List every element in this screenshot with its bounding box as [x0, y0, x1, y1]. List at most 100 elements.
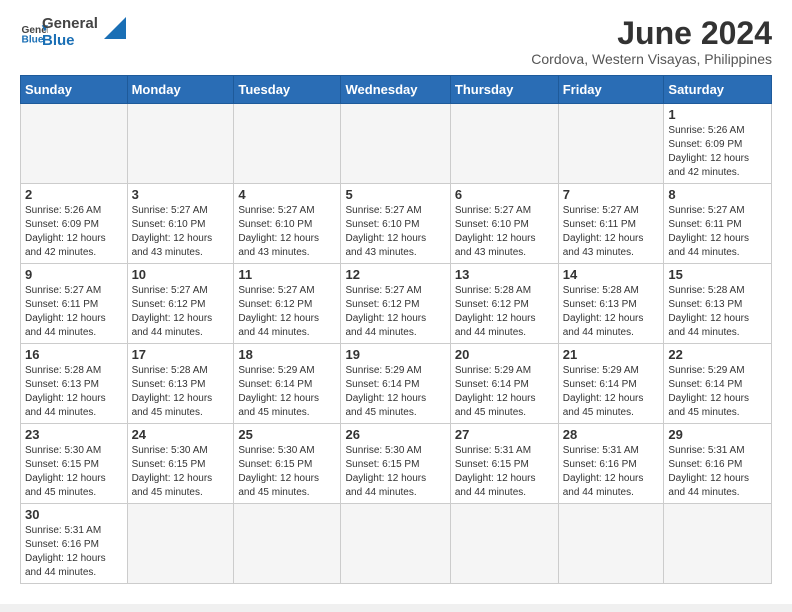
calendar-cell [127, 504, 234, 584]
calendar-subtitle: Cordova, Western Visayas, Philippines [531, 51, 772, 67]
day-number: 3 [132, 187, 230, 202]
col-header-sunday: Sunday [21, 76, 128, 104]
day-info: Sunrise: 5:31 AM Sunset: 6:15 PM Dayligh… [455, 444, 554, 500]
logo-triangle-icon [104, 17, 126, 39]
calendar-cell: 9 Sunrise: 5:27 AM Sunset: 6:11 PM Daylig… [21, 264, 128, 344]
calendar-cell [450, 104, 558, 184]
day-info: Sunrise: 5:30 AM Sunset: 6:15 PM Dayligh… [238, 444, 336, 500]
week-row-1: 2 Sunrise: 5:26 AM Sunset: 6:09 PM Daylig… [21, 184, 772, 264]
header: General Blue General Blue June 2024 Cord… [20, 16, 772, 67]
calendar-cell: 14 Sunrise: 5:28 AM Sunset: 6:13 PM Dayli… [558, 264, 664, 344]
day-info: Sunrise: 5:31 AM Sunset: 6:16 PM Dayligh… [563, 444, 660, 500]
day-number: 20 [455, 347, 554, 362]
day-number: 10 [132, 267, 230, 282]
calendar-cell [664, 504, 772, 584]
day-info: Sunrise: 5:29 AM Sunset: 6:14 PM Dayligh… [563, 364, 660, 420]
calendar-cell: 5Sunrise: 5:27 AM Sunset: 6:10 PM Daylig… [341, 184, 450, 264]
calendar-cell: 26Sunrise: 5:30 AM Sunset: 6:15 PM Dayli… [341, 424, 450, 504]
day-info: Sunrise: 5:27 AM Sunset: 6:10 PM Dayligh… [345, 204, 445, 260]
day-info: Sunrise: 5:27 AM Sunset: 6:11 PM Dayligh… [25, 284, 123, 340]
calendar-cell: 10 Sunrise: 5:27 AM Sunset: 6:12 PM Dayli… [127, 264, 234, 344]
day-number: 21 [563, 347, 660, 362]
calendar-cell: 21 Sunrise: 5:29 AM Sunset: 6:14 PM Dayli… [558, 344, 664, 424]
day-number: 19 [345, 347, 445, 362]
day-number: 28 [563, 427, 660, 442]
calendar-cell: 29 Sunrise: 5:31 AM Sunset: 6:16 PM Dayli… [664, 424, 772, 504]
day-number: 6 [455, 187, 554, 202]
day-info: Sunrise: 5:27 AM Sunset: 6:10 PM Dayligh… [455, 204, 554, 260]
day-number: 11 [238, 267, 336, 282]
calendar-cell: 6 Sunrise: 5:27 AM Sunset: 6:10 PM Daylig… [450, 184, 558, 264]
calendar-cell: 4 Sunrise: 5:27 AM Sunset: 6:10 PM Daylig… [234, 184, 341, 264]
day-number: 23 [25, 427, 123, 442]
col-header-thursday: Thursday [450, 76, 558, 104]
day-info: Sunrise: 5:27 AM Sunset: 6:12 PM Dayligh… [132, 284, 230, 340]
day-info: Sunrise: 5:28 AM Sunset: 6:13 PM Dayligh… [563, 284, 660, 340]
calendar-cell: 8Sunrise: 5:27 AM Sunset: 6:11 PM Daylig… [664, 184, 772, 264]
col-header-wednesday: Wednesday [341, 76, 450, 104]
day-number: 18 [238, 347, 336, 362]
day-number: 17 [132, 347, 230, 362]
day-info: Sunrise: 5:30 AM Sunset: 6:15 PM Dayligh… [25, 444, 123, 500]
day-info: Sunrise: 5:31 AM Sunset: 6:16 PM Dayligh… [668, 444, 767, 500]
calendar-cell: 12 Sunrise: 5:27 AM Sunset: 6:12 PM Dayli… [341, 264, 450, 344]
day-number: 27 [455, 427, 554, 442]
calendar-title: June 2024 [531, 16, 772, 51]
day-number: 30 [25, 507, 123, 522]
day-info: Sunrise: 5:29 AM Sunset: 6:14 PM Dayligh… [345, 364, 445, 420]
calendar-cell: 24Sunrise: 5:30 AM Sunset: 6:15 PM Dayli… [127, 424, 234, 504]
day-info: Sunrise: 5:29 AM Sunset: 6:14 PM Dayligh… [238, 364, 336, 420]
week-row-5: 30 Sunrise: 5:31 AM Sunset: 6:16 PM Dayli… [21, 504, 772, 584]
calendar-cell: 11 Sunrise: 5:27 AM Sunset: 6:12 PM Dayli… [234, 264, 341, 344]
day-info: Sunrise: 5:26 AM Sunset: 6:09 PM Dayligh… [668, 124, 767, 180]
calendar-cell: 2 Sunrise: 5:26 AM Sunset: 6:09 PM Daylig… [21, 184, 128, 264]
calendar-table: SundayMondayTuesdayWednesdayThursdayFrid… [20, 75, 772, 584]
calendar-cell: 3Sunrise: 5:27 AM Sunset: 6:10 PM Daylig… [127, 184, 234, 264]
calendar-cell: 30 Sunrise: 5:31 AM Sunset: 6:16 PM Dayli… [21, 504, 128, 584]
calendar-cell [127, 104, 234, 184]
calendar-cell [341, 504, 450, 584]
day-info: Sunrise: 5:28 AM Sunset: 6:13 PM Dayligh… [25, 364, 123, 420]
week-row-2: 9 Sunrise: 5:27 AM Sunset: 6:11 PM Daylig… [21, 264, 772, 344]
day-number: 24 [132, 427, 230, 442]
day-info: Sunrise: 5:31 AM Sunset: 6:16 PM Dayligh… [25, 524, 123, 580]
header-row: SundayMondayTuesdayWednesdayThursdayFrid… [21, 76, 772, 104]
svg-text:Blue: Blue [22, 34, 44, 45]
day-number: 12 [345, 267, 445, 282]
calendar-page: General Blue General Blue June 2024 Cord… [0, 0, 792, 604]
day-number: 2 [25, 187, 123, 202]
day-number: 16 [25, 347, 123, 362]
day-number: 25 [238, 427, 336, 442]
day-info: Sunrise: 5:27 AM Sunset: 6:12 PM Dayligh… [238, 284, 336, 340]
calendar-cell: 17 Sunrise: 5:28 AM Sunset: 6:13 PM Dayli… [127, 344, 234, 424]
calendar-cell: 13 Sunrise: 5:28 AM Sunset: 6:12 PM Dayli… [450, 264, 558, 344]
calendar-cell: 19 Sunrise: 5:29 AM Sunset: 6:14 PM Dayli… [341, 344, 450, 424]
week-row-3: 16 Sunrise: 5:28 AM Sunset: 6:13 PM Dayli… [21, 344, 772, 424]
day-number: 4 [238, 187, 336, 202]
calendar-cell: 20Sunrise: 5:29 AM Sunset: 6:14 PM Dayli… [450, 344, 558, 424]
calendar-cell: 15 Sunrise: 5:28 AM Sunset: 6:13 PM Dayli… [664, 264, 772, 344]
week-row-0: 1 Sunrise: 5:26 AM Sunset: 6:09 PM Daylig… [21, 104, 772, 184]
col-header-tuesday: Tuesday [234, 76, 341, 104]
day-info: Sunrise: 5:27 AM Sunset: 6:12 PM Dayligh… [345, 284, 445, 340]
logo-blue: Blue [42, 33, 98, 50]
logo-general: General [42, 16, 98, 33]
day-info: Sunrise: 5:28 AM Sunset: 6:12 PM Dayligh… [455, 284, 554, 340]
calendar-cell: 1 Sunrise: 5:26 AM Sunset: 6:09 PM Daylig… [664, 104, 772, 184]
day-info: Sunrise: 5:26 AM Sunset: 6:09 PM Dayligh… [25, 204, 123, 260]
calendar-cell: 18 Sunrise: 5:29 AM Sunset: 6:14 PM Dayli… [234, 344, 341, 424]
day-number: 15 [668, 267, 767, 282]
day-number: 8 [668, 187, 767, 202]
calendar-cell: 25 Sunrise: 5:30 AM Sunset: 6:15 PM Dayli… [234, 424, 341, 504]
day-info: Sunrise: 5:27 AM Sunset: 6:10 PM Dayligh… [238, 204, 336, 260]
day-info: Sunrise: 5:28 AM Sunset: 6:13 PM Dayligh… [132, 364, 230, 420]
col-header-friday: Friday [558, 76, 664, 104]
calendar-cell: 27 Sunrise: 5:31 AM Sunset: 6:15 PM Dayli… [450, 424, 558, 504]
week-row-4: 23 Sunrise: 5:30 AM Sunset: 6:15 PM Dayli… [21, 424, 772, 504]
day-number: 13 [455, 267, 554, 282]
day-number: 29 [668, 427, 767, 442]
day-number: 1 [668, 107, 767, 122]
day-number: 14 [563, 267, 660, 282]
day-number: 9 [25, 267, 123, 282]
day-info: Sunrise: 5:28 AM Sunset: 6:13 PM Dayligh… [668, 284, 767, 340]
